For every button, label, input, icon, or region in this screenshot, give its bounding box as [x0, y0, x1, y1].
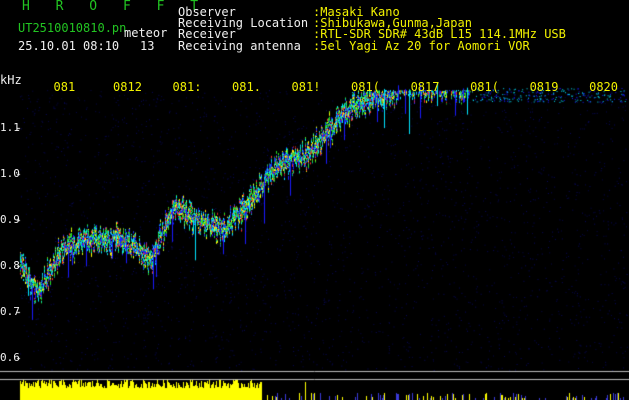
- datetime-label: 25.10.01 08:10: [18, 39, 120, 53]
- x-tick-label: 0817: [410, 80, 440, 94]
- x-tick-label: 081: [53, 80, 76, 94]
- x-tick-label: 081:: [172, 80, 202, 94]
- x-tick-label: 0820: [589, 80, 618, 94]
- y-tick-label: 0.9: [0, 213, 20, 227]
- count-label: 13: [140, 39, 155, 53]
- y-axis-label: kHz: [0, 73, 22, 87]
- y-tick-label: 0.7: [0, 305, 20, 319]
- antenna-label: Receiving antenna: [178, 39, 301, 53]
- x-tick-label: 081!: [291, 80, 321, 94]
- x-tick-label: 0819: [529, 80, 559, 94]
- x-tick-label: 081(: [351, 80, 380, 94]
- x-tick-label: 081(: [470, 80, 499, 94]
- mode-label: meteor: [124, 26, 168, 40]
- y-tick-label: 0.6: [0, 351, 20, 365]
- antenna-value: :5el Yagi Az 20 for Aomori VOR: [313, 39, 530, 53]
- spectrogram-canvas: [0, 0, 629, 400]
- filename-label: UT2510010810.pn: [18, 21, 127, 35]
- x-tick-label: 0812: [113, 80, 142, 94]
- y-tick-label: 1.0: [0, 167, 20, 181]
- y-tick-label: 0.8: [0, 259, 20, 273]
- y-tick-label: 1.1: [0, 121, 20, 135]
- x-tick-label: 081.: [232, 80, 261, 94]
